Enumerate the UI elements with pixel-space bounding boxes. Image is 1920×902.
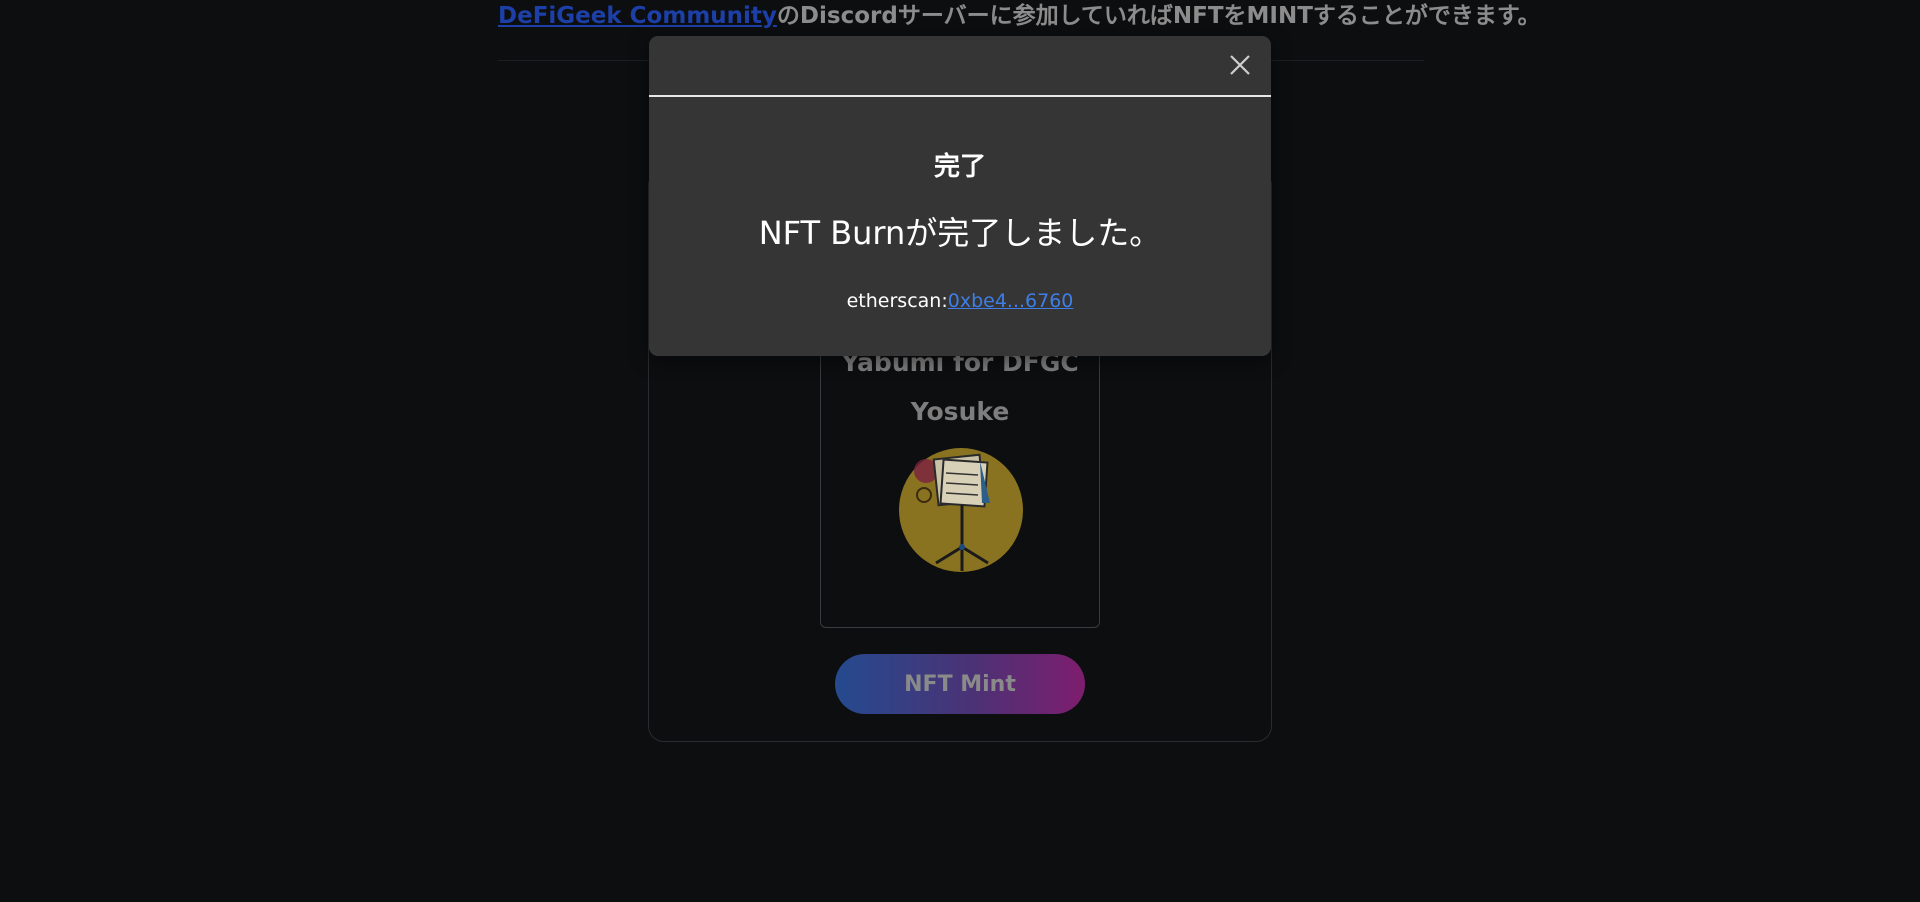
modal-header xyxy=(649,36,1271,97)
etherscan-link[interactable]: 0xbe4...6760 xyxy=(948,290,1074,312)
completion-modal: 完了 NFT Burnが完了しました。 etherscan:0xbe4...67… xyxy=(649,36,1271,356)
transaction-line: etherscan:0xbe4...6760 xyxy=(649,290,1271,312)
intro-message: のDiscordサーバーに参加していればNFTをMINTすることができます。 xyxy=(776,3,1541,29)
modal-message: NFT Burnが完了しました。 xyxy=(758,214,1162,252)
nft-mint-button[interactable]: NFT Mint xyxy=(835,654,1085,714)
intro-text: DeFiGeek CommunityのDiscordサーバーに参加していればNF… xyxy=(498,0,1541,32)
community-link[interactable]: DeFiGeek Community xyxy=(498,3,777,29)
nft-subtitle: Yosuke xyxy=(910,397,1010,426)
music-stand-icon xyxy=(899,448,1023,572)
modal-title: 完了 xyxy=(933,152,986,182)
close-icon[interactable] xyxy=(1225,50,1255,80)
tx-label: etherscan: xyxy=(846,290,948,312)
